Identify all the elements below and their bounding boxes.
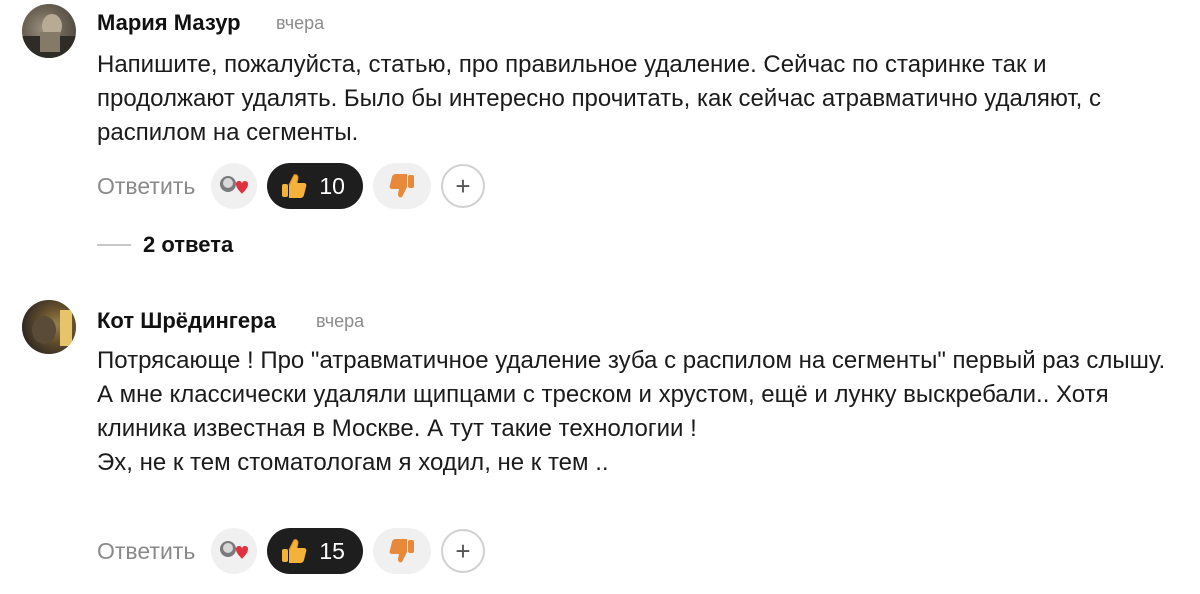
thumbs-up-icon [282,539,307,563]
like-count: 15 [319,537,345,564]
reply-button[interactable]: Ответить [97,173,195,200]
avatar[interactable] [22,300,76,354]
thumbs-down-icon [389,539,414,563]
avatar-photo [22,14,76,58]
replies-count: 2 ответа [143,232,234,257]
comment-text: Потрясающе ! Про "атравматичное удаление… [97,347,1166,476]
dislike-button[interactable] [372,528,431,574]
comment-text: Напишите, пожалуйста, статью, про правил… [97,51,1102,146]
comment-time: вчера [276,13,325,33]
dislike-button[interactable] [372,163,431,209]
avatar-photo [22,300,76,354]
like-count: 10 [319,172,345,199]
add-reaction-button[interactable]: + [440,164,485,208]
reactions-preview-icon[interactable] [211,163,258,209]
replies-divider [97,244,131,246]
avatar[interactable] [22,4,76,58]
show-replies-button[interactable]: 2 ответа [97,232,233,258]
author-name[interactable]: Мария Мазур [97,10,241,36]
like-button[interactable]: 10 [267,163,363,209]
reactions-preview-icon[interactable] [211,528,258,574]
reply-button[interactable]: Ответить [97,538,195,565]
like-button[interactable]: 15 [267,528,363,574]
plus-icon: + [455,171,471,201]
author-name[interactable]: Кот Шрёдингера [97,308,276,334]
comment-time: вчера [316,311,365,331]
plus-icon: + [455,536,471,566]
comment-actions: Ответить 10 + [97,162,485,210]
thumbs-up-icon [282,174,307,198]
thumbs-down-icon [389,174,414,198]
comment-actions: Ответить 15 + [97,527,485,575]
add-reaction-button[interactable]: + [440,529,485,573]
